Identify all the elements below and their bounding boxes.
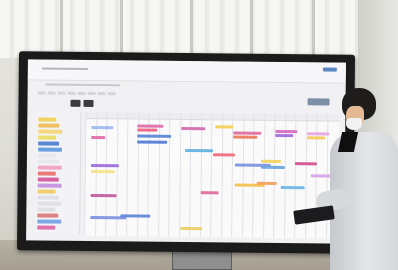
window-curtain <box>0 0 398 60</box>
calendar-event[interactable] <box>185 148 214 153</box>
sidebar-color-tag[interactable] <box>37 195 59 200</box>
app-header <box>27 59 346 84</box>
sidebar-color-tag[interactable] <box>37 171 56 176</box>
app-logo-icon <box>322 67 337 72</box>
curtain-fold <box>190 0 193 60</box>
curtain-fold <box>250 0 253 60</box>
app-title <box>41 67 88 70</box>
nav-item[interactable] <box>77 91 86 95</box>
curtain-fold <box>120 0 123 60</box>
nav-item[interactable] <box>97 91 106 95</box>
sidebar-color-tag[interactable] <box>37 201 62 206</box>
calendar-event[interactable] <box>137 140 168 144</box>
calendar-event[interactable] <box>137 124 164 128</box>
calendar-event[interactable] <box>233 131 262 135</box>
sidebar-color-tag[interactable] <box>37 207 56 212</box>
nav-item[interactable] <box>47 91 56 95</box>
nav-item[interactable] <box>107 91 116 95</box>
calendar-column-line <box>199 113 202 238</box>
face-mask <box>346 118 362 130</box>
curtain-fold <box>312 0 315 60</box>
calendar-event[interactable] <box>137 134 172 138</box>
calendar-event[interactable] <box>260 159 281 163</box>
calendar-column-line <box>84 111 87 236</box>
sidebar-color-tag[interactable] <box>37 159 59 164</box>
calendar-event[interactable] <box>90 194 117 198</box>
calendar-column-line <box>220 113 223 238</box>
calendar-event[interactable] <box>215 125 234 129</box>
sidebar-color-tag[interactable] <box>38 129 63 134</box>
calendar-event[interactable] <box>91 126 114 130</box>
sidebar-color-tag[interactable] <box>37 213 59 218</box>
calendar-event[interactable] <box>275 133 294 138</box>
navigation-bar <box>37 87 338 100</box>
sidebar-color-tag[interactable] <box>37 177 59 182</box>
nav-item[interactable] <box>37 90 46 95</box>
sidebar-color-tag[interactable] <box>38 135 57 140</box>
person-presenter <box>312 88 398 270</box>
sidebar-color-tag[interactable] <box>37 219 62 224</box>
calendar-event[interactable] <box>180 226 203 231</box>
sidebar-color-tag[interactable] <box>37 153 56 158</box>
calendar-event[interactable] <box>90 170 115 174</box>
calendar-column-line <box>126 112 129 237</box>
calendar-column-line <box>178 112 181 237</box>
tab-first[interactable] <box>70 99 81 107</box>
category-sidebar <box>35 111 82 234</box>
calendar-column-line <box>168 112 171 237</box>
sidebar-color-tag[interactable] <box>37 189 56 194</box>
calendar-column-line <box>189 113 192 238</box>
calendar-column-line <box>262 113 265 238</box>
sidebar-color-tag[interactable] <box>38 117 57 122</box>
calendar-event[interactable] <box>260 165 285 170</box>
calendar-event[interactable] <box>90 164 119 168</box>
sidebar-color-tag[interactable] <box>37 165 62 170</box>
calendar-event[interactable] <box>91 136 106 140</box>
sidebar-color-tag[interactable] <box>37 183 62 188</box>
calendar-event[interactable] <box>256 181 277 185</box>
sidebar-color-tag[interactable] <box>38 123 60 128</box>
app-subtitle <box>45 83 120 87</box>
calendar-column-line <box>157 112 160 237</box>
sidebar-color-tag[interactable] <box>37 225 56 230</box>
calendar-column-line <box>210 113 213 238</box>
nav-item[interactable] <box>57 91 66 95</box>
calendar-event[interactable] <box>181 126 206 131</box>
nav-item[interactable] <box>67 91 76 95</box>
calendar-event[interactable] <box>212 153 235 157</box>
calendar-event[interactable] <box>275 129 298 134</box>
sidebar-color-tag[interactable] <box>38 147 63 152</box>
nav-item[interactable] <box>87 91 96 95</box>
calendar-event[interactable] <box>280 185 305 190</box>
calendar-event[interactable] <box>137 128 158 132</box>
calendar-event[interactable] <box>200 191 219 195</box>
sidebar-color-tag[interactable] <box>38 141 60 146</box>
tab-second[interactable] <box>83 99 94 108</box>
calendar-event[interactable] <box>233 135 258 139</box>
calendar-event[interactable] <box>120 214 151 218</box>
